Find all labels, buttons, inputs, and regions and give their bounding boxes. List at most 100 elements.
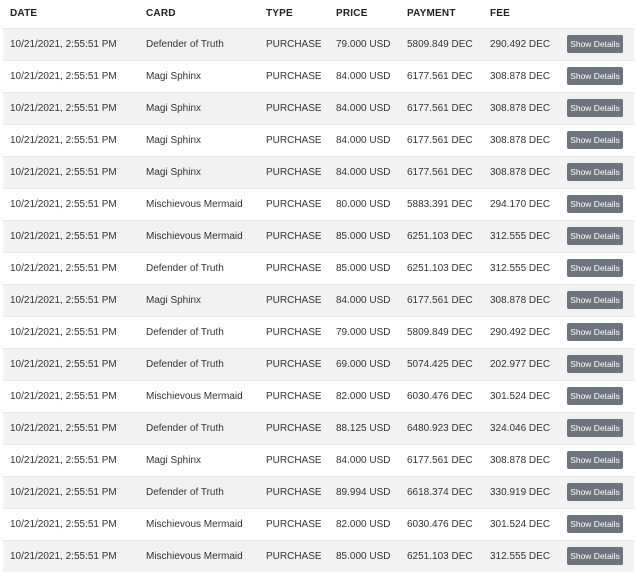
cell-type: PURCHASE — [266, 359, 322, 370]
cell-price: 82.000 USD — [336, 391, 391, 402]
cell-date: 10/21/2021, 2:55:51 PM — [10, 167, 117, 178]
show-details-button[interactable]: Show Details — [567, 483, 623, 501]
cell-fee: 308.878 DEC — [490, 71, 551, 82]
table-row: 10/21/2021, 2:55:51 PM Magi Sphinx PURCHAS… — [3, 444, 634, 476]
cell-type: PURCHASE — [266, 327, 322, 338]
cell-payment: 6177.561 DEC — [407, 295, 473, 306]
show-details-button[interactable]: Show Details — [567, 131, 623, 149]
table-row: 10/21/2021, 2:55:51 PM Magi Sphinx PURCHAS… — [3, 60, 634, 92]
cell-payment: 6177.561 DEC — [407, 455, 473, 466]
cell-payment: 6177.561 DEC — [407, 71, 473, 82]
show-details-button[interactable]: Show Details — [567, 35, 623, 53]
cell-price: 85.000 USD — [336, 231, 391, 242]
cell-fee: 301.524 DEC — [490, 519, 551, 530]
show-details-button[interactable]: Show Details — [567, 163, 623, 181]
cell-type: PURCHASE — [266, 39, 322, 50]
cell-date: 10/21/2021, 2:55:51 PM — [10, 391, 117, 402]
cell-payment: 5809.849 DEC — [407, 327, 473, 338]
cell-price: 88.125 USD — [336, 423, 391, 434]
cell-price: 82.000 USD — [336, 519, 391, 530]
show-details-button[interactable]: Show Details — [567, 451, 623, 469]
cell-card: Mischievous Mermaid — [146, 519, 243, 530]
column-header-card[interactable]: CARD — [146, 8, 176, 19]
cell-card: Magi Sphinx — [146, 167, 202, 178]
cell-fee: 290.492 DEC — [490, 327, 551, 338]
cell-payment: 6618.374 DEC — [407, 487, 473, 498]
table-row: 10/21/2021, 2:55:51 PM Mischievous Mermai… — [3, 220, 634, 252]
table-row: 10/21/2021, 2:55:51 PM Defender of Truth P… — [3, 476, 634, 508]
cell-fee: 290.492 DEC — [490, 39, 551, 50]
table-row: 10/21/2021, 2:55:51 PM Magi Sphinx PURCHAS… — [3, 92, 634, 124]
cell-type: PURCHASE — [266, 455, 322, 466]
table-body: 10/21/2021, 2:55:51 PM Defender of Truth P… — [0, 28, 637, 572]
cell-fee: 308.878 DEC — [490, 295, 551, 306]
cell-card: Magi Sphinx — [146, 455, 202, 466]
cell-price: 80.000 USD — [336, 199, 391, 210]
show-details-button[interactable]: Show Details — [567, 419, 623, 437]
column-header-price[interactable]: PRICE — [336, 8, 368, 19]
show-details-button[interactable]: Show Details — [567, 259, 623, 277]
column-header-type[interactable]: TYPE — [266, 8, 293, 19]
cell-fee: 312.555 DEC — [490, 551, 551, 562]
cell-type: PURCHASE — [266, 199, 322, 210]
cell-fee: 312.555 DEC — [490, 231, 551, 242]
show-details-button[interactable]: Show Details — [567, 291, 623, 309]
cell-price: 85.000 USD — [336, 551, 391, 562]
cell-type: PURCHASE — [266, 231, 322, 242]
show-details-button[interactable]: Show Details — [567, 195, 623, 213]
table-row: 10/21/2021, 2:55:51 PM Defender of Truth P… — [3, 412, 634, 444]
show-details-button[interactable]: Show Details — [567, 323, 623, 341]
cell-date: 10/21/2021, 2:55:51 PM — [10, 327, 117, 338]
show-details-button[interactable]: Show Details — [567, 515, 623, 533]
table-row: 10/21/2021, 2:55:51 PM Defender of Truth P… — [3, 348, 634, 380]
cell-payment: 5074.425 DEC — [407, 359, 473, 370]
cell-date: 10/21/2021, 2:55:51 PM — [10, 551, 117, 562]
cell-price: 85.000 USD — [336, 263, 391, 274]
cell-card: Defender of Truth — [146, 327, 224, 338]
column-header-date[interactable]: DATE — [10, 8, 37, 19]
cell-card: Defender of Truth — [146, 263, 224, 274]
cell-price: 79.000 USD — [336, 327, 391, 338]
cell-date: 10/21/2021, 2:55:51 PM — [10, 487, 117, 498]
cell-type: PURCHASE — [266, 71, 322, 82]
cell-payment: 5883.391 DEC — [407, 199, 473, 210]
cell-fee: 294.170 DEC — [490, 199, 551, 210]
cell-fee: 301.524 DEC — [490, 391, 551, 402]
table-row: 10/21/2021, 2:55:51 PM Magi Sphinx PURCHAS… — [3, 124, 634, 156]
cell-type: PURCHASE — [266, 551, 322, 562]
cell-price: 84.000 USD — [336, 295, 391, 306]
table-header: DATE CARD TYPE PRICE PAYMENT FEE — [0, 0, 637, 28]
cell-fee: 308.878 DEC — [490, 135, 551, 146]
cell-card: Magi Sphinx — [146, 71, 202, 82]
cell-price: 84.000 USD — [336, 167, 391, 178]
column-header-fee[interactable]: FEE — [490, 8, 510, 19]
cell-type: PURCHASE — [266, 263, 322, 274]
show-details-button[interactable]: Show Details — [567, 355, 623, 373]
cell-type: PURCHASE — [266, 423, 322, 434]
show-details-button[interactable]: Show Details — [567, 99, 623, 117]
show-details-button[interactable]: Show Details — [567, 227, 623, 245]
show-details-button[interactable]: Show Details — [567, 67, 623, 85]
cell-card: Magi Sphinx — [146, 295, 202, 306]
cell-type: PURCHASE — [266, 391, 322, 402]
cell-fee: 308.878 DEC — [490, 167, 551, 178]
table-row: 10/21/2021, 2:55:51 PM Defender of Truth P… — [3, 316, 634, 348]
cell-fee: 308.878 DEC — [490, 455, 551, 466]
cell-type: PURCHASE — [266, 519, 322, 530]
cell-fee: 308.878 DEC — [490, 103, 551, 114]
cell-card: Mischievous Mermaid — [146, 231, 243, 242]
cell-fee: 324.046 DEC — [490, 423, 551, 434]
cell-price: 69.000 USD — [336, 359, 391, 370]
cell-date: 10/21/2021, 2:55:51 PM — [10, 519, 117, 530]
cell-payment: 6030.476 DEC — [407, 391, 473, 402]
column-header-payment[interactable]: PAYMENT — [407, 8, 456, 19]
show-details-button[interactable]: Show Details — [567, 387, 623, 405]
table-row: 10/21/2021, 2:55:51 PM Mischievous Mermai… — [3, 188, 634, 220]
show-details-button[interactable]: Show Details — [567, 547, 623, 565]
cell-date: 10/21/2021, 2:55:51 PM — [10, 359, 117, 370]
cell-price: 84.000 USD — [336, 103, 391, 114]
cell-type: PURCHASE — [266, 487, 322, 498]
cell-date: 10/21/2021, 2:55:51 PM — [10, 103, 117, 114]
table-row: 10/21/2021, 2:55:51 PM Defender of Truth P… — [3, 28, 634, 60]
cell-card: Magi Sphinx — [146, 135, 202, 146]
